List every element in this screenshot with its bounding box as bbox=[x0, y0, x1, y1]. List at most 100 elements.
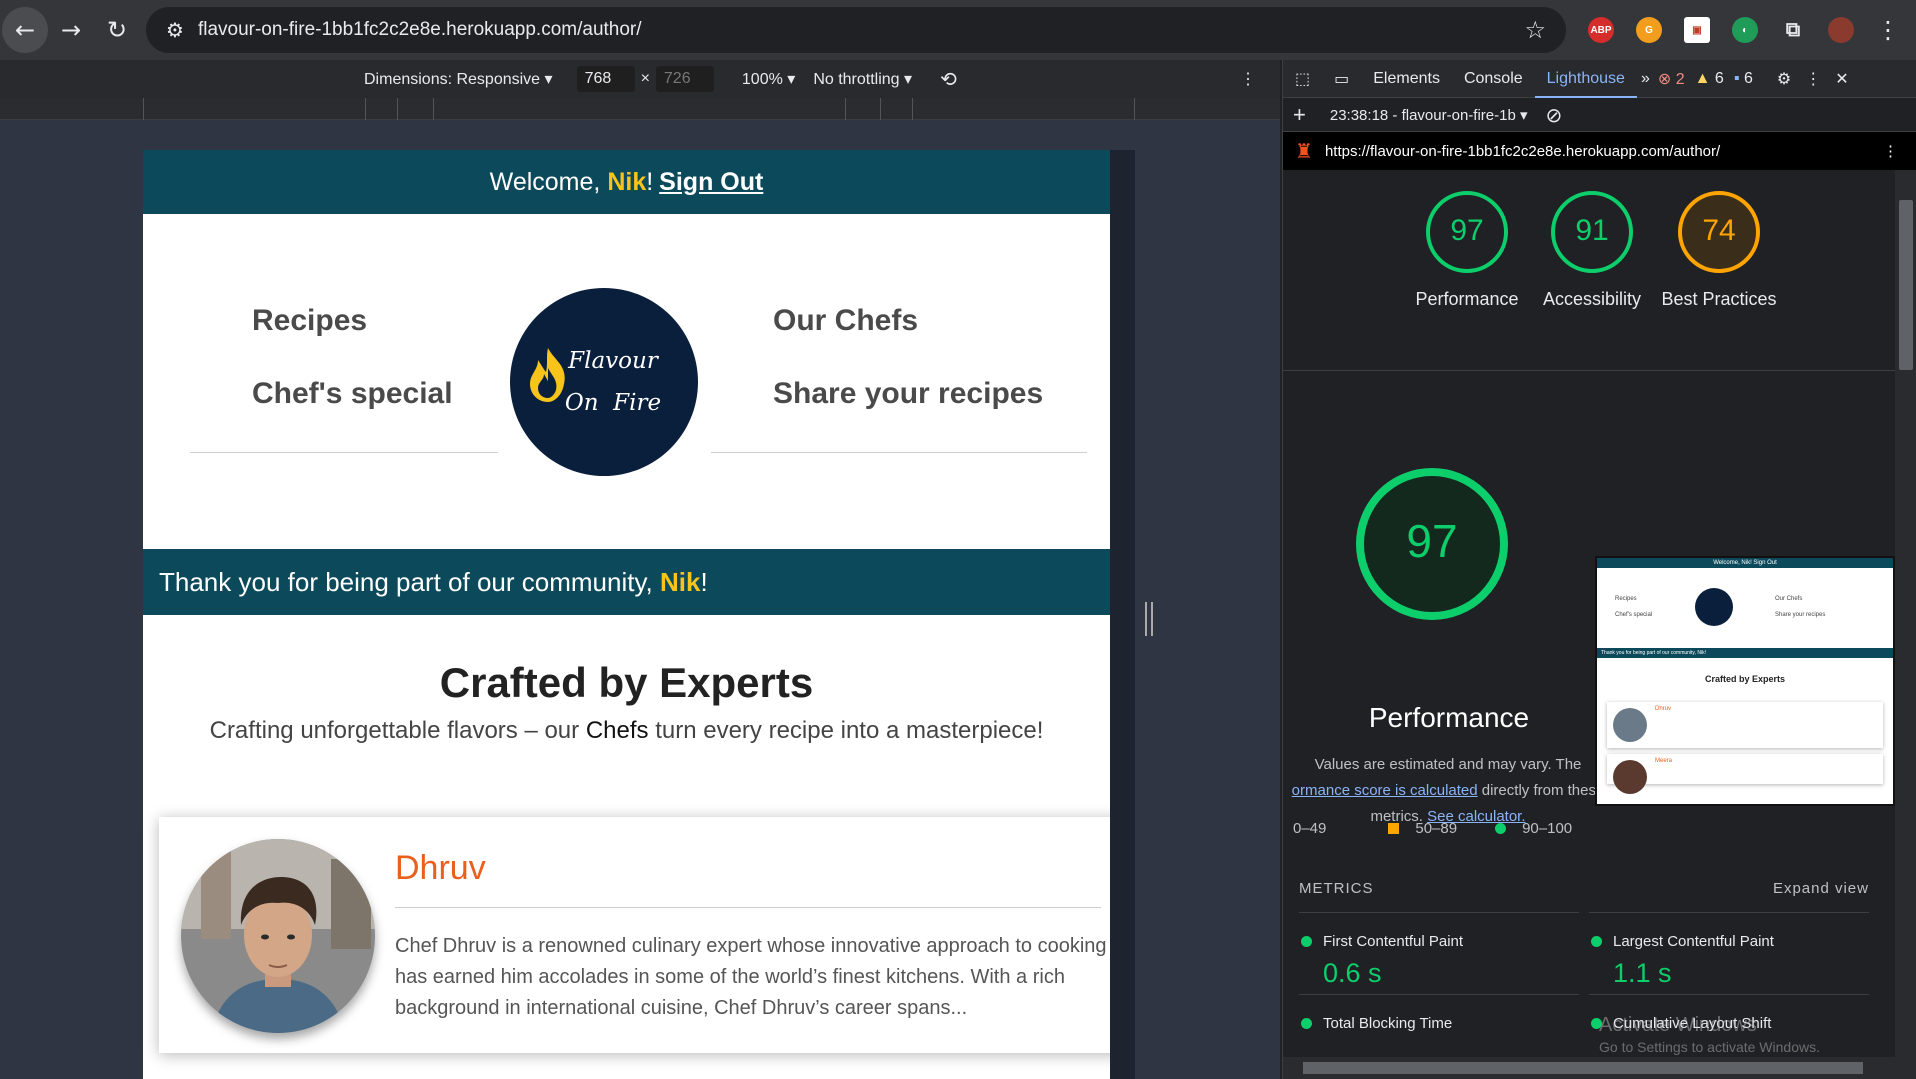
accessibility-score: 91 bbox=[1575, 214, 1609, 247]
vertical-scrollbar[interactable] bbox=[1895, 170, 1916, 1079]
address-bar[interactable]: ⚙ flavour-on-fire-1bb1fc2c2e8e.herokuapp… bbox=[146, 7, 1566, 53]
community-banner: Thank you for being part of our communit… bbox=[143, 549, 1110, 615]
device-toolbar-menu-icon[interactable]: ⋮ bbox=[1240, 69, 1256, 89]
emulated-page: Welcome, Nik ! Sign Out Recipes Chef's s… bbox=[143, 150, 1135, 1079]
average-square-icon bbox=[1388, 823, 1400, 834]
back-arrow-icon: ← bbox=[14, 16, 36, 44]
adblock-extension-icon[interactable]: ABP bbox=[1588, 17, 1614, 43]
devtools-menu-icon[interactable]: ⋮ bbox=[1805, 69, 1821, 89]
tab-lighthouse[interactable]: Lighthouse bbox=[1534, 60, 1637, 98]
welcome-text: Welcome, bbox=[489, 167, 608, 196]
new-report-icon[interactable]: + bbox=[1293, 102, 1306, 128]
nav-divider-right bbox=[711, 452, 1087, 453]
performance-score: 97 bbox=[1450, 214, 1484, 247]
height-input[interactable]: 726 bbox=[655, 66, 714, 92]
community-exclaim: ! bbox=[700, 566, 708, 597]
horizontal-scrollbar[interactable] bbox=[1283, 1057, 1895, 1079]
nav-our-chefs[interactable]: Our Chefs bbox=[773, 304, 918, 338]
accessibility-label: Accessibility bbox=[1542, 289, 1642, 309]
best-practices-label: Best Practices bbox=[1661, 289, 1777, 309]
warning-count-icon[interactable]: ▲ 6 bbox=[1695, 70, 1724, 88]
forward-arrow-icon: → bbox=[60, 16, 82, 44]
error-count-icon[interactable]: ⊗ 2 bbox=[1658, 69, 1685, 89]
message-count-icon[interactable]: ▪ 6 bbox=[1734, 70, 1753, 88]
dimensions-dropdown[interactable]: Dimensions: Responsive ▾ bbox=[364, 69, 553, 89]
community-text: Thank you for being part of our communit… bbox=[159, 566, 660, 597]
report-url[interactable]: https://flavour-on-fire-1bb1fc2c2e8e.her… bbox=[1325, 143, 1720, 160]
bookmark-star-icon[interactable]: ☆ bbox=[1524, 16, 1546, 44]
logo-text: Flavour On Fire bbox=[564, 348, 662, 416]
lighthouse-toolbar: + 23:38:18 - flavour-on-fire-1b ▾ ⊘ bbox=[1283, 98, 1916, 132]
rotate-icon[interactable]: ⟲ bbox=[940, 67, 957, 91]
performance-big-label: Performance bbox=[1368, 702, 1530, 733]
welcome-exclaim: ! bbox=[646, 167, 654, 196]
performance-big-score: 97 bbox=[1406, 515, 1458, 567]
pass-circle-icon bbox=[1495, 823, 1507, 834]
inspect-element-icon[interactable]: ⬚ bbox=[1283, 60, 1322, 98]
viewport-resize-handle[interactable] bbox=[1145, 602, 1153, 636]
sign-out-link[interactable]: Sign Out bbox=[659, 168, 763, 197]
width-input[interactable]: 768 bbox=[576, 66, 635, 92]
more-tabs-icon[interactable]: » bbox=[1637, 60, 1654, 98]
tab-console[interactable]: Console bbox=[1452, 60, 1535, 98]
metric-fcp: First Contentful Paint 0.6 s bbox=[1299, 912, 1579, 989]
reload-icon: ↻ bbox=[106, 16, 128, 44]
section-title: Crafted by Experts bbox=[439, 659, 814, 706]
tab-elements[interactable]: Elements bbox=[1361, 60, 1452, 98]
main-nav: Recipes Chef's special Our Chefs Share y… bbox=[143, 214, 1110, 549]
score-legend: 0–49 50–89 90–100 bbox=[1293, 820, 1573, 837]
device-toolbar: Dimensions: Responsive ▾ 768 × 726 100% … bbox=[0, 60, 1280, 98]
pocket-extension-icon[interactable]: ▣ bbox=[1684, 17, 1710, 43]
nav-divider-left bbox=[190, 452, 498, 453]
expand-view-toggle[interactable]: Expand view bbox=[1773, 880, 1869, 897]
section-divider bbox=[1283, 370, 1895, 371]
score-calc-link[interactable]: ormance score is calculated bbox=[1292, 782, 1478, 799]
chef-card[interactable]: Dhruv Chef Dhruv is a renowned culinary … bbox=[159, 817, 1110, 1053]
site-logo[interactable]: Flavour On Fire bbox=[510, 288, 698, 476]
grammar-extension-icon[interactable]: G bbox=[1636, 17, 1662, 43]
times-sign: × bbox=[640, 70, 650, 87]
media-query-ruler[interactable] bbox=[0, 98, 1280, 120]
flame-icon bbox=[530, 348, 565, 402]
profile-avatar[interactable] bbox=[1828, 17, 1854, 43]
devtools-settings-icon[interactable]: ⚙ bbox=[1777, 69, 1791, 88]
zoom-dropdown[interactable]: 100% ▾ bbox=[742, 69, 795, 89]
chef-divider bbox=[395, 907, 1101, 908]
chef-bio: Chef Dhruv is a renowned culinary expert… bbox=[395, 935, 1107, 1019]
site-settings-icon[interactable]: ⚙ bbox=[166, 18, 184, 42]
nav-recipes[interactable]: Recipes bbox=[252, 304, 367, 338]
device-viewport: Welcome, Nik ! Sign Out Recipes Chef's s… bbox=[0, 120, 1280, 1079]
lighthouse-logo-icon: ♜ bbox=[1295, 140, 1313, 163]
community-username: Nik bbox=[659, 566, 701, 597]
metric-tbt: Total Blocking Time bbox=[1299, 994, 1579, 1032]
best-practices-score: 74 bbox=[1702, 214, 1736, 247]
report-menu-icon[interactable]: ⋮ bbox=[1883, 142, 1898, 160]
browser-menu-icon[interactable]: ⋮ bbox=[1876, 16, 1900, 44]
activation-watermark: Activate Windows Go to Settings to activ… bbox=[1599, 1014, 1820, 1055]
device-toggle-icon[interactable]: ▭ bbox=[1322, 60, 1361, 98]
back-button[interactable]: ← bbox=[2, 7, 48, 53]
metrics-title: METRICS bbox=[1299, 880, 1374, 897]
forward-button[interactable]: → bbox=[48, 7, 94, 53]
devtools-panel: ⬚ ▭ Elements Console Lighthouse » ⊗ 2 ▲ … bbox=[1282, 60, 1916, 1079]
lighthouse-url-bar: ♜ https://flavour-on-fire-1bb1fc2c2e8e.h… bbox=[1283, 132, 1916, 170]
devtools-tabbar: ⬚ ▭ Elements Console Lighthouse » ⊗ 2 ▲ … bbox=[1283, 60, 1916, 98]
throttling-dropdown[interactable]: No throttling ▾ bbox=[813, 69, 912, 89]
clear-reports-icon[interactable]: ⊘ bbox=[1546, 103, 1563, 127]
lighthouse-report: 97 Performance 91 Accessibility 74 Best … bbox=[1283, 170, 1895, 1060]
nav-share-recipes[interactable]: Share your recipes bbox=[773, 377, 1043, 411]
section-subtitle: Crafting unforgettable flavors – our Che… bbox=[209, 717, 1044, 744]
welcome-username: Nik bbox=[607, 167, 647, 196]
chef-name[interactable]: Dhruv bbox=[395, 849, 486, 888]
devtools-close-icon[interactable]: ✕ bbox=[1835, 69, 1848, 89]
report-select-dropdown[interactable]: 23:38:18 - flavour-on-fire-1b ▾ bbox=[1330, 106, 1528, 124]
metrics-header: METRICS Expand view bbox=[1299, 880, 1869, 897]
performance-note: Values are estimated and may vary. The o… bbox=[1291, 756, 1605, 825]
puzzle-extensions-icon[interactable]: ⧉ bbox=[1780, 17, 1806, 43]
audio-extension-icon[interactable]: ◐ bbox=[1732, 17, 1758, 43]
performance-label: Performance bbox=[1415, 289, 1519, 309]
metric-lcp: Largest Contentful Paint 1.1 s bbox=[1589, 912, 1869, 989]
nav-chefs-special[interactable]: Chef's special bbox=[252, 377, 453, 411]
url-text[interactable]: flavour-on-fire-1bb1fc2c2e8e.herokuapp.c… bbox=[198, 19, 1525, 41]
reload-button[interactable]: ↻ bbox=[94, 7, 140, 53]
